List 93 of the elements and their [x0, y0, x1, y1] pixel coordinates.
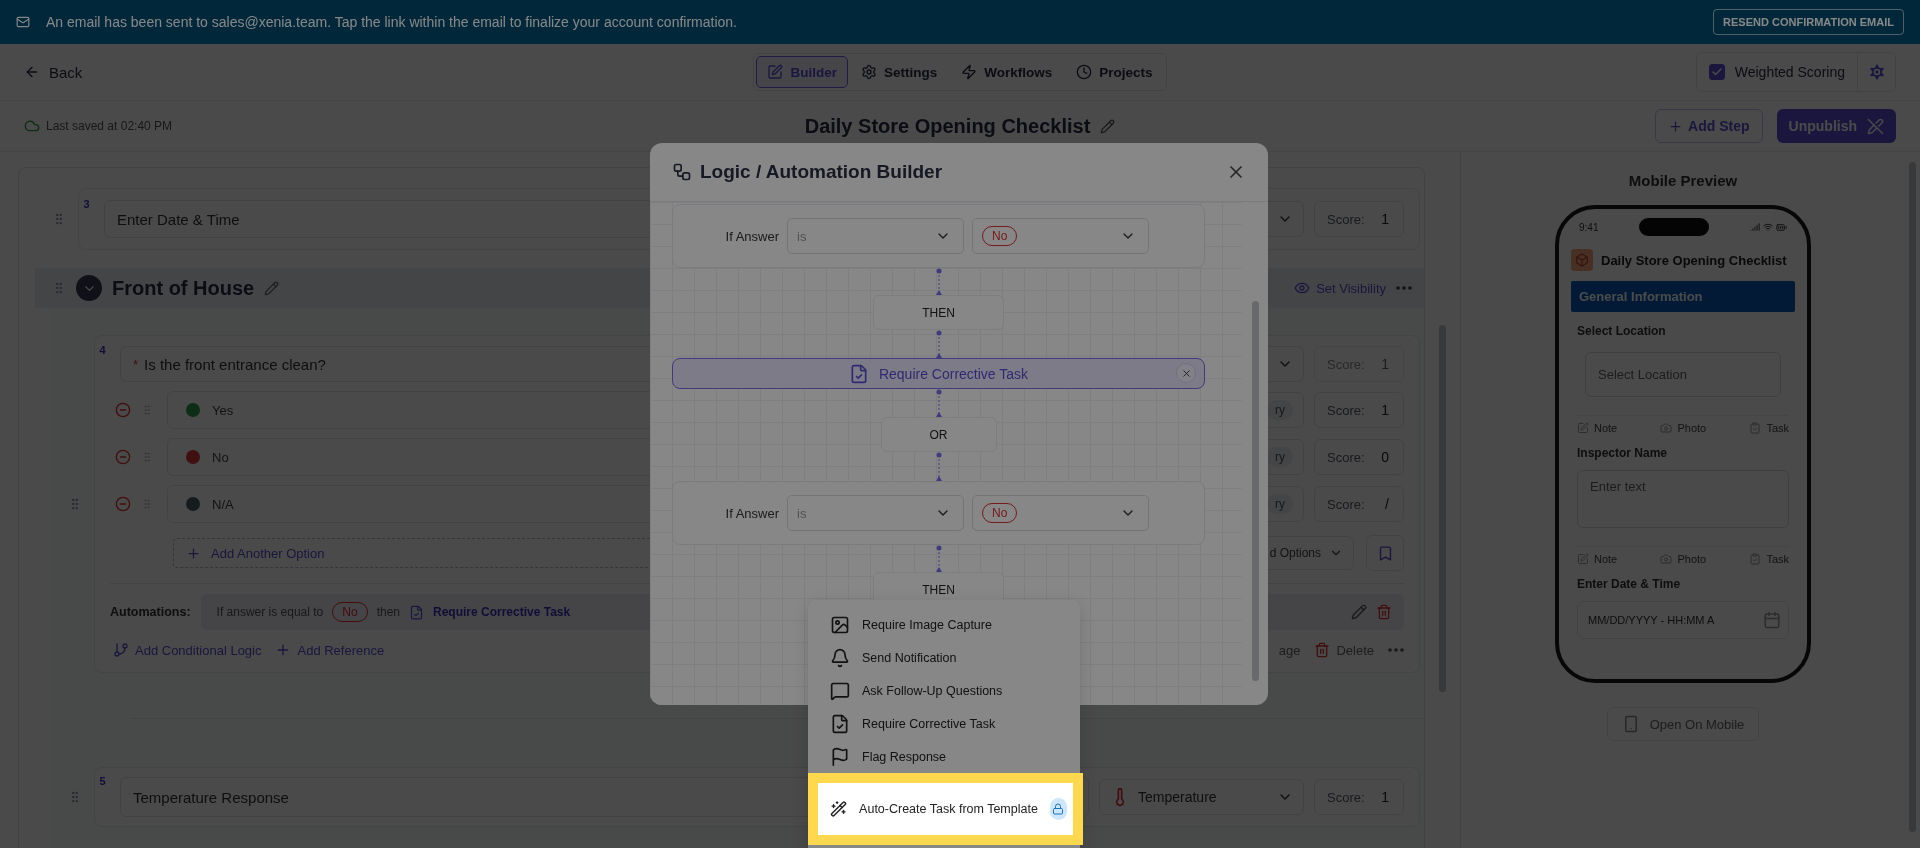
bookmark-button[interactable]: [1366, 535, 1404, 571]
close-icon: [1180, 367, 1192, 379]
field-label: Enter Date & Time: [1577, 577, 1682, 591]
menu-item[interactable]: Require Image Capture: [808, 608, 1080, 641]
connector-line: [934, 545, 943, 572]
more-icon: [1396, 286, 1412, 290]
condition-label: If Answer: [724, 505, 779, 521]
remove-icon[interactable]: [115, 496, 131, 512]
field-label: Select Location: [1577, 324, 1667, 338]
pencil-icon: [264, 280, 280, 296]
menu-item[interactable]: Send Notification: [808, 641, 1080, 674]
pen-square-icon: [1577, 553, 1589, 565]
action-label: Require Corrective Task: [878, 365, 1029, 382]
automations-label: Automations:: [110, 604, 191, 620]
padlock-icon: [1052, 803, 1065, 815]
remove-icon[interactable]: [115, 449, 131, 465]
score-value: 1: [1381, 211, 1389, 227]
gear-icon: [860, 64, 877, 80]
dialog-title: Logic / Automation Builder: [700, 161, 943, 183]
flow-step: OR: [880, 417, 997, 452]
answer-select[interactable]: No: [972, 495, 1149, 531]
question-text: Is the front entrance clean?: [144, 355, 326, 373]
tab[interactable]: Workflows: [950, 56, 1064, 88]
date-time-field[interactable]: MM/DD/YYYY - HH:MM A: [1577, 601, 1789, 639]
lightning-icon: [961, 64, 978, 80]
checkbox[interactable]: [1708, 64, 1725, 80]
banner-message: An email has been sent to sales@xenia.team. Tap the link within the email to finalize your account confirmation.: [46, 14, 737, 30]
tab[interactable]: Settings: [849, 56, 949, 88]
checkbox-label: Weighted Scoring: [1734, 64, 1845, 80]
image-icon: [830, 614, 850, 635]
required-mark: *: [133, 356, 139, 372]
trash-icon[interactable]: [1376, 604, 1392, 620]
document-check-icon: [830, 713, 850, 734]
magic-wand-icon: [830, 799, 848, 819]
field-label: Inspector Name: [1577, 446, 1669, 460]
signal-icon: [1750, 221, 1760, 232]
battery-icon: [1776, 221, 1787, 233]
camera-icon: [1660, 553, 1673, 565]
remove-icon[interactable]: [115, 402, 131, 418]
phone-notch: [1639, 218, 1710, 236]
question-number: 4: [98, 344, 107, 356]
rule-action: Require Corrective Task: [433, 605, 571, 619]
clipboard-icon: [1749, 422, 1762, 434]
menu-item[interactable]: Auto-Create Task from Template: [808, 773, 1083, 845]
flag-icon: [830, 746, 850, 767]
remove-button[interactable]: [1176, 363, 1196, 383]
clipboard-icon: [1749, 553, 1762, 565]
answer-select[interactable]: No: [972, 218, 1149, 254]
mail-icon: [16, 15, 30, 29]
score-value: 0: [1381, 449, 1389, 465]
checklist-title: Daily Store Opening Checklist: [804, 114, 1091, 138]
flow-step: THEN: [873, 295, 1004, 330]
camera-icon: [1660, 422, 1673, 434]
tab[interactable]: Projects: [1065, 56, 1164, 88]
connector-line: [934, 268, 943, 295]
collapse-button[interactable]: [76, 275, 102, 301]
flow-icon: [672, 162, 692, 182]
eye-icon: [1294, 280, 1311, 296]
cloud-icon: [24, 118, 40, 134]
pen-square-icon: [1577, 422, 1589, 434]
branch-icon: [113, 642, 129, 658]
plus-icon: [1668, 118, 1684, 134]
score-value: /: [1385, 496, 1389, 512]
plus-icon: [186, 545, 201, 561]
question-number: 5: [98, 775, 107, 787]
edit-icon[interactable]: [1351, 604, 1367, 620]
preview-heading: Mobile Preview: [1628, 172, 1738, 189]
connector-line: [934, 452, 943, 481]
document-check-icon: [409, 604, 424, 620]
score-value: 1: [1381, 402, 1389, 418]
score-value: 1: [1381, 789, 1389, 805]
wifi-icon: [1763, 221, 1773, 232]
menu-item[interactable]: Require Corrective Task: [808, 707, 1080, 740]
section-bar: General Information: [1571, 281, 1795, 312]
calendar-icon: [1763, 611, 1781, 629]
bell-icon: [830, 647, 850, 668]
resend-email-button[interactable]: RESEND CONFIRMATION EMAIL: [1713, 9, 1904, 35]
back-link[interactable]: Back: [24, 63, 83, 81]
pen-square-icon: [767, 64, 784, 80]
menu-item[interactable]: Ask Follow-Up Questions: [808, 674, 1080, 707]
chat-bubble-icon: [830, 680, 850, 701]
section-title: Front of House: [112, 276, 255, 300]
clock-icon: [1076, 64, 1093, 80]
pencil-icon: [1100, 118, 1116, 134]
status-time: 9:41: [1579, 221, 1599, 233]
app-title: Daily Store Opening Checklist: [1601, 252, 1787, 268]
menu-item[interactable]: Flag Response: [808, 740, 1080, 773]
type-select[interactable]: Temperature: [1099, 779, 1304, 815]
trash-icon: [1314, 642, 1331, 658]
pen-off-icon: [1867, 117, 1884, 135]
check-icon: [1710, 66, 1723, 78]
question-number: 3: [82, 198, 91, 210]
more-icon: [1388, 648, 1404, 652]
